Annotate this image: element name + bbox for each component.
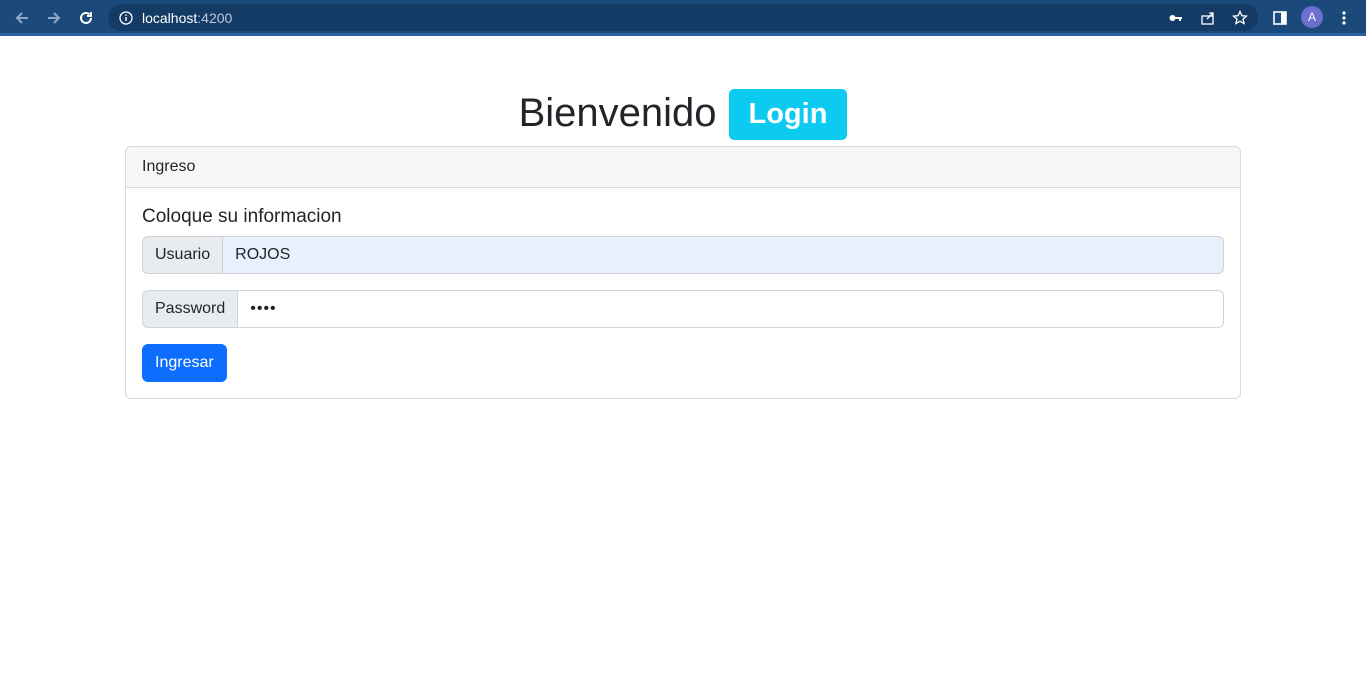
url-host: localhost [142, 10, 198, 26]
submit-button[interactable]: Ingresar [142, 344, 227, 382]
address-bar[interactable]: localhost:4200 [108, 4, 1258, 31]
star-icon[interactable] [1230, 8, 1250, 28]
username-label: Usuario [142, 236, 223, 274]
info-circle-icon[interactable] [116, 8, 136, 28]
card-header: Ingreso [126, 147, 1240, 188]
kebab-menu-icon [1342, 11, 1346, 25]
side-panel-icon [1273, 11, 1287, 25]
page-heading: Bienvenido Login [0, 86, 1366, 140]
url-text[interactable]: localhost:4200 [142, 10, 232, 26]
password-input[interactable] [237, 290, 1224, 328]
share-icon[interactable] [1198, 8, 1218, 28]
profile-avatar[interactable]: A [1301, 6, 1323, 28]
reload-icon [80, 11, 92, 24]
key-icon[interactable] [1166, 8, 1186, 28]
arrow-right-icon [48, 12, 61, 24]
page-title: Bienvenido [518, 91, 717, 135]
back-button[interactable] [10, 6, 34, 30]
reload-button[interactable] [74, 6, 98, 30]
url-port: :4200 [197, 10, 233, 26]
username-group: Usuario [142, 236, 1224, 274]
login-card: Ingreso Coloque su informacion Usuario P… [125, 146, 1241, 399]
password-group: Password [142, 290, 1224, 328]
username-input[interactable] [222, 236, 1224, 274]
login-badge: Login [728, 88, 848, 140]
arrow-left-icon [15, 12, 28, 24]
card-subtitle: Coloque su informacion [142, 206, 342, 227]
side-panel-button[interactable] [1268, 6, 1292, 30]
menu-button[interactable] [1332, 6, 1356, 30]
password-label: Password [142, 290, 238, 328]
browser-toolbar: localhost:4200 A [0, 0, 1366, 36]
forward-button[interactable] [42, 6, 66, 30]
